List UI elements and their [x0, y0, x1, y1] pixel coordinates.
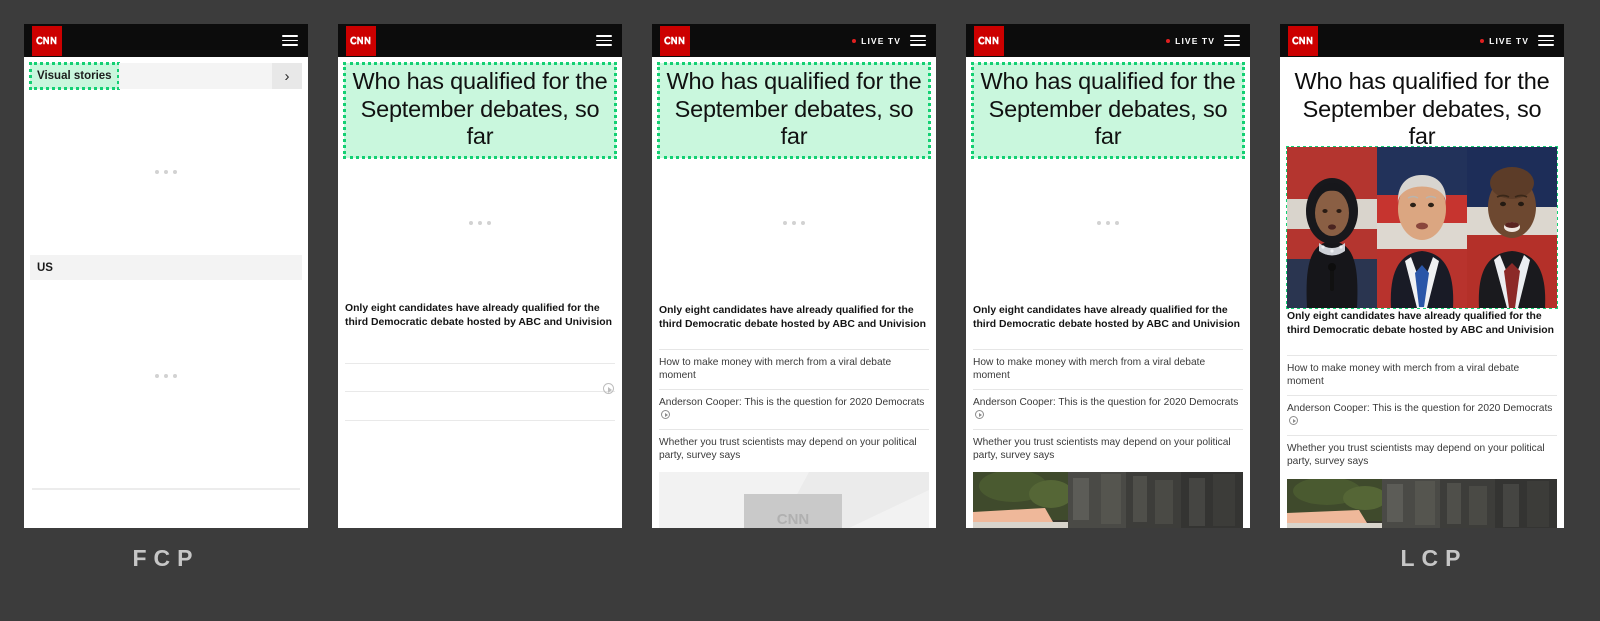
related-articles-list: How to make money with merch from a vira… [973, 349, 1243, 469]
page-headline: Who has qualified for the September deba… [971, 61, 1245, 160]
list-item[interactable]: How to make money with merch from a vira… [973, 349, 1243, 389]
chevron-right-icon[interactable]: › [272, 63, 302, 89]
cnn-logo-icon[interactable] [32, 25, 62, 56]
live-tv-button[interactable]: LIVE TV [1166, 36, 1215, 46]
hamburger-icon[interactable] [596, 35, 612, 46]
loading-dots [652, 221, 936, 225]
live-tv-button[interactable]: LIVE TV [1480, 36, 1529, 46]
lead-blurb: Only eight candidates have already quali… [973, 305, 1240, 330]
hamburger-icon[interactable] [1224, 35, 1240, 46]
frame-2: Who has qualified for the September deba… [338, 24, 622, 528]
loading-dots-bottom [24, 374, 308, 378]
list-item[interactable]: How to make money with merch from a vira… [1287, 355, 1557, 395]
loading-dots [338, 221, 622, 225]
list-item[interactable]: Whether you trust scientists may depend … [973, 428, 1243, 469]
cnn-header-bar [24, 24, 308, 57]
frame-3: LIVE TV Who has qualified for the Septem… [652, 24, 936, 528]
live-tv-label: LIVE TV [1489, 35, 1529, 46]
cnn-header-bar: LIVE TV [966, 24, 1250, 57]
section-label-us[interactable]: US [30, 255, 302, 280]
svg-text:CNN: CNN [777, 511, 810, 528]
header-right-cluster [282, 35, 298, 46]
cnn-logo-icon[interactable] [346, 25, 376, 56]
cnn-header-bar: LIVE TV [1280, 24, 1564, 57]
cnn-logo-icon[interactable] [660, 25, 690, 56]
loading-dots [966, 221, 1250, 225]
play-icon[interactable] [1289, 416, 1298, 426]
header-right-cluster [596, 35, 612, 46]
live-indicator-dot [1166, 38, 1171, 43]
page-headline: Who has qualified for the September deba… [657, 61, 931, 160]
frame-4: LIVE TV Who has qualified for the Septem… [966, 24, 1250, 528]
caption-lcp: LCP [1400, 545, 1468, 571]
divider-rule [32, 488, 300, 490]
lower-photo-image [1287, 479, 1557, 528]
list-item[interactable]: How to make money with merch from a vira… [659, 349, 929, 389]
header-right-cluster: LIVE TV [852, 35, 926, 46]
skeleton-rule [345, 363, 615, 364]
frame-strip: Visual stories › US Who has qualified fo… [24, 24, 1576, 528]
hamburger-icon[interactable] [910, 35, 926, 46]
page-headline: Who has qualified for the September deba… [1294, 68, 1550, 150]
play-icon[interactable] [975, 410, 984, 420]
lower-photo-image [973, 472, 1243, 528]
list-item[interactable]: Anderson Cooper: This is the question fo… [973, 388, 1243, 429]
lead-blurb: Only eight candidates have already quali… [659, 305, 926, 330]
cnn-logo-icon[interactable] [974, 25, 1004, 56]
visual-stories-label[interactable]: Visual stories [29, 62, 120, 90]
cnn-header-bar [338, 24, 622, 57]
hero-portrait-1 [1287, 147, 1377, 308]
loading-dots-top [24, 170, 308, 174]
cnn-header-bar: LIVE TV [652, 24, 936, 57]
hero-image [1286, 146, 1558, 309]
header-right-cluster: LIVE TV [1480, 35, 1554, 46]
hamburger-icon[interactable] [1538, 35, 1554, 46]
list-item[interactable]: Anderson Cooper: This is the question fo… [1287, 394, 1557, 435]
live-indicator-dot [1480, 38, 1485, 43]
play-icon[interactable] [603, 383, 614, 394]
lead-blurb: Only eight candidates have already quali… [1287, 311, 1554, 336]
lead-blurb: Only eight candidates have already quali… [345, 303, 612, 328]
frame-1: Visual stories › US [24, 24, 308, 528]
live-indicator-dot [852, 38, 857, 43]
cnn-logo-icon[interactable] [1288, 25, 1318, 56]
live-tv-label: LIVE TV [1175, 35, 1215, 46]
hamburger-icon[interactable] [282, 35, 298, 46]
hero-portrait-2 [1377, 147, 1467, 308]
page-headline: Who has qualified for the September deba… [343, 61, 617, 160]
hero-portrait-3 [1467, 147, 1557, 308]
header-right-cluster: LIVE TV [1166, 35, 1240, 46]
live-tv-button[interactable]: LIVE TV [852, 36, 901, 46]
lower-photo-placeholder: CNN [659, 472, 929, 528]
list-item[interactable]: Whether you trust scientists may depend … [1287, 434, 1557, 475]
frame-5: LIVE TV Who has qualified for the Septem… [1280, 24, 1564, 528]
filmstrip-page: Visual stories › US Who has qualified fo… [0, 0, 1600, 621]
live-tv-label: LIVE TV [861, 35, 901, 46]
visual-stories-track [118, 63, 272, 89]
list-item[interactable]: Whether you trust scientists may depend … [659, 428, 929, 469]
list-item[interactable]: Anderson Cooper: This is the question fo… [659, 388, 929, 429]
related-articles-list: How to make money with merch from a vira… [659, 349, 929, 469]
related-articles-list: How to make money with merch from a vira… [1287, 355, 1557, 475]
visual-stories-row[interactable]: Visual stories › [29, 62, 302, 90]
skeleton-rule [345, 420, 615, 421]
skeleton-rule [345, 391, 615, 392]
caption-fcp: FCP [132, 545, 200, 571]
play-icon[interactable] [661, 410, 670, 420]
